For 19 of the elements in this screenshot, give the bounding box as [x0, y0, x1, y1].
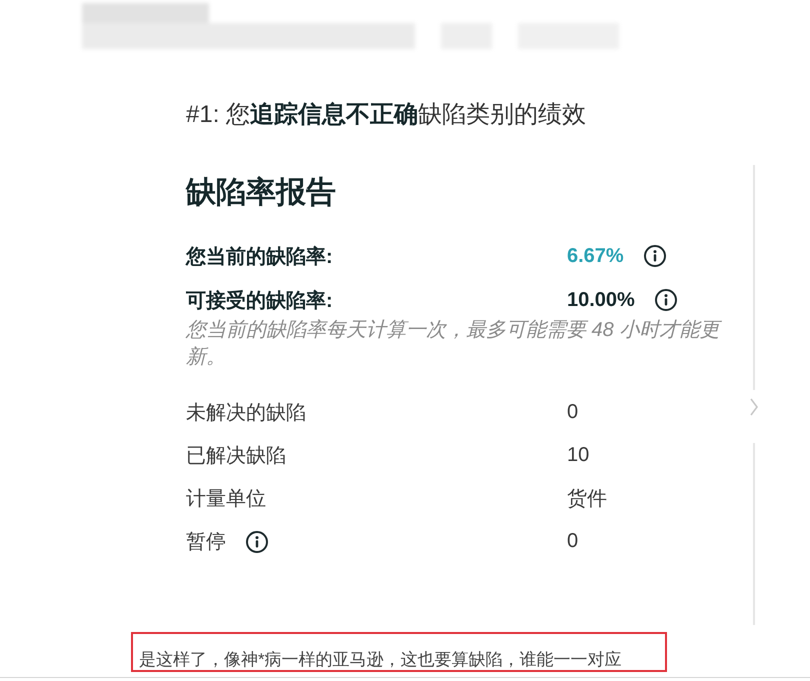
rate-value: 6.67%	[567, 244, 624, 268]
rate-value: 10.00%	[567, 288, 635, 312]
stat-value: 10	[567, 444, 590, 467]
stat-value: 0	[567, 530, 578, 553]
rate-label: 您当前的缺陷率:	[186, 244, 333, 270]
info-icon[interactable]	[246, 530, 268, 552]
stat-label: 计量单位	[186, 487, 266, 512]
stat-label: 已解决缺陷	[186, 444, 286, 469]
annotation-text: 是这样了，像神*病一样的亚马逊，这也要算缺陷，谁能一一对应	[139, 649, 622, 671]
stat-label: 暂停	[186, 530, 226, 555]
report-title: 缺陷率报告	[186, 175, 336, 211]
stat-value: 货件	[567, 487, 607, 512]
info-icon[interactable]	[644, 245, 666, 267]
info-icon[interactable]	[654, 289, 677, 311]
rate-label: 可接受的缺陷率:	[186, 288, 333, 314]
stat-value: 0	[567, 401, 578, 424]
section-heading: #1: 您追踪信息不正确缺陷类别的绩效	[186, 100, 586, 130]
update-note: 您当前的缺陷率每天计算一次，最多可能需要 48 小时才能更新。	[186, 317, 730, 371]
stat-label: 未解决的缺陷	[186, 401, 306, 426]
